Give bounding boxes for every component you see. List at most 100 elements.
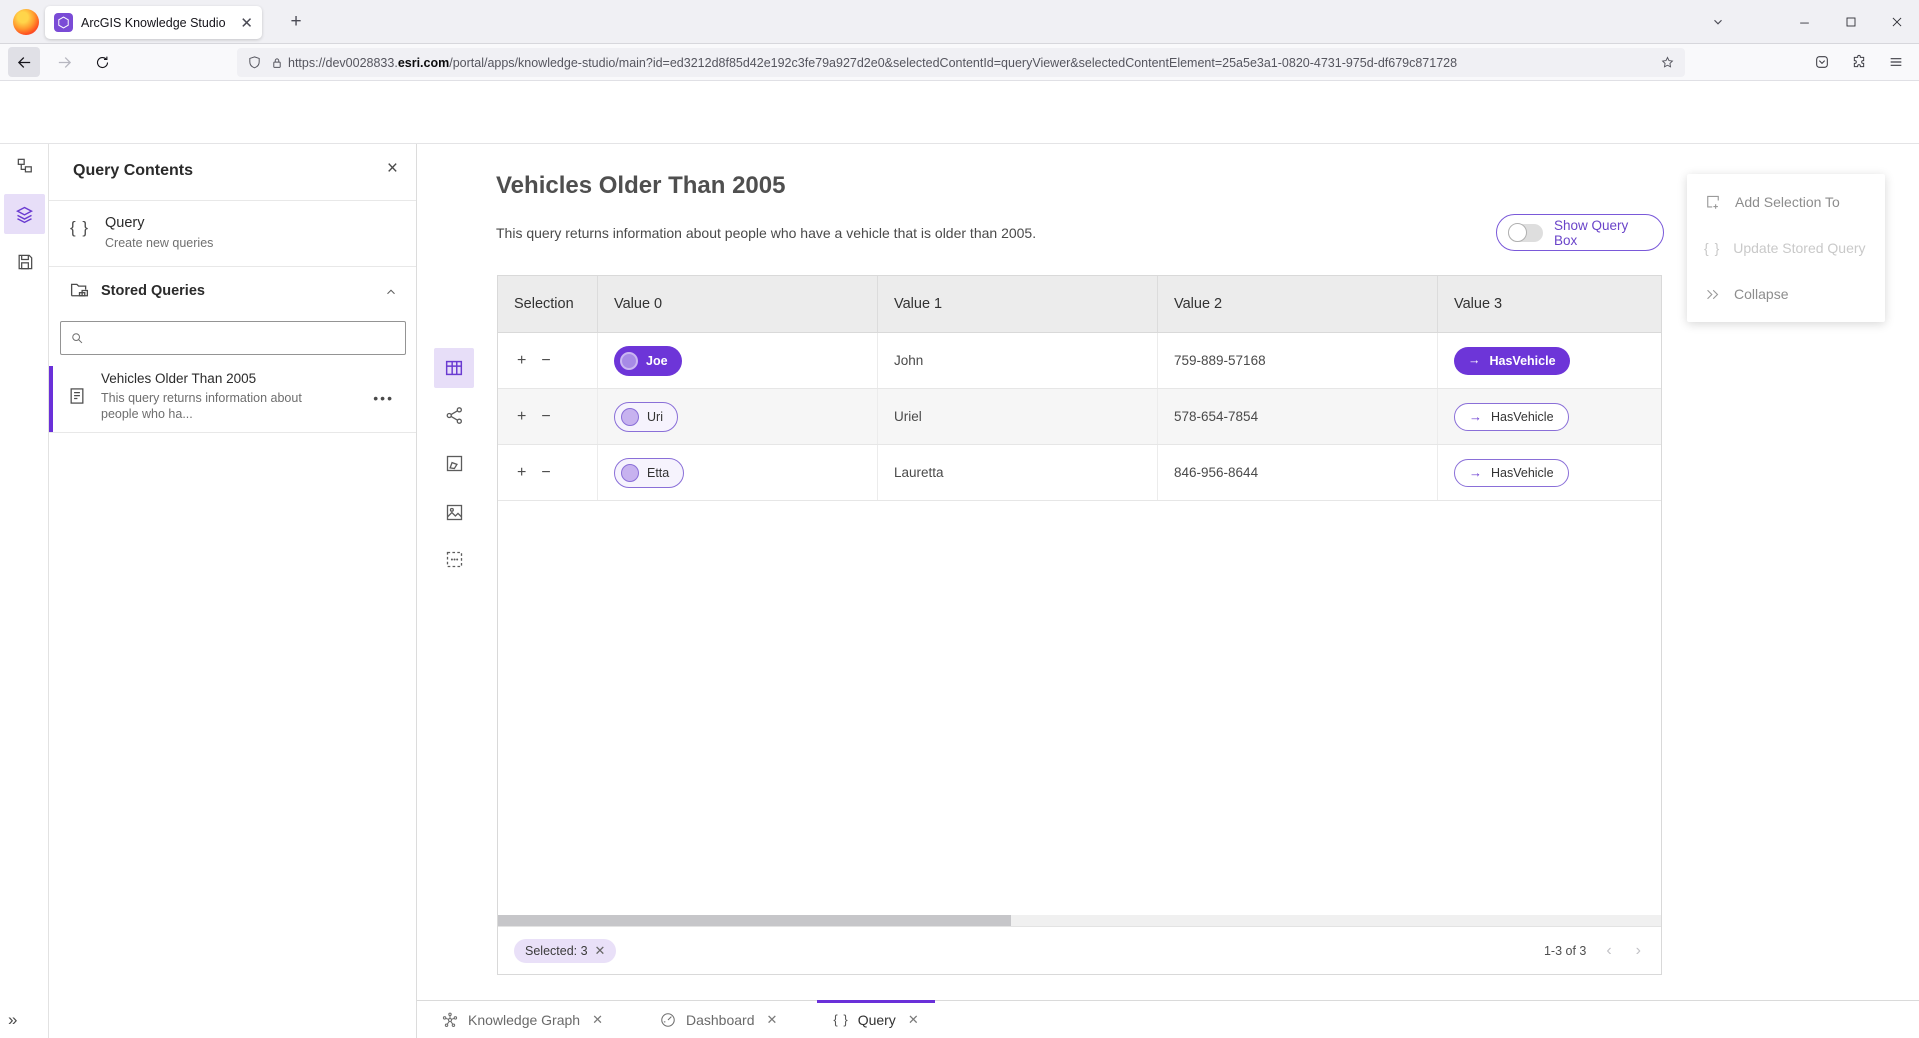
entity-pill[interactable]: Etta	[614, 458, 684, 488]
window-minimize-button[interactable]	[1789, 8, 1819, 36]
column-header: Value 0	[598, 276, 878, 332]
selected-count-badge[interactable]: Selected: 3 ✕	[514, 939, 616, 963]
stored-queries-title: Stored Queries	[101, 283, 205, 299]
save-rail-button[interactable]	[4, 242, 45, 282]
layers-rail-button[interactable]	[4, 194, 45, 234]
menu-item-label: Update Stored Query	[1733, 240, 1865, 256]
table-row[interactable]: + − Etta Lauretta 846-956-8644 →HasVehic…	[498, 445, 1661, 501]
url-text: https://dev0028833.esri.com/portal/apps/…	[288, 56, 1660, 70]
list-tabs-chevron-icon[interactable]	[1703, 8, 1733, 36]
forward-button[interactable]	[48, 47, 80, 77]
entity-dot-icon	[621, 408, 639, 426]
entity-dot-icon	[621, 464, 639, 482]
table-row[interactable]: + − Joe John 759-889-57168 →HasVehicle	[498, 333, 1661, 389]
arrow-right-icon: →	[1468, 354, 1481, 367]
tab-label: Knowledge Graph	[468, 1012, 580, 1028]
relationship-pill[interactable]: →HasVehicle	[1454, 403, 1569, 431]
clear-selection-icon[interactable]: ✕	[595, 943, 606, 959]
pocket-icon[interactable]	[1806, 47, 1838, 77]
stored-queries-search-input[interactable]	[90, 331, 396, 346]
stored-query-title: Vehicles Older Than 2005	[101, 371, 256, 386]
extensions-icon[interactable]	[1843, 47, 1875, 77]
cell-value: John	[894, 353, 923, 368]
tracking-shield-icon[interactable]	[247, 55, 262, 70]
add-to-selection-icon[interactable]: +	[517, 353, 526, 369]
query-item-subtitle: Create new queries	[105, 236, 213, 250]
menu-item-add-selection-to[interactable]: Add Selection To	[1687, 179, 1885, 225]
stored-queries-search[interactable]	[60, 321, 406, 355]
tab-dashboard[interactable]: Dashboard ✕	[643, 1001, 793, 1038]
relationship-label: HasVehicle	[1491, 410, 1554, 424]
link-chart-view-button[interactable]	[434, 395, 474, 435]
knowledge-graph-icon	[441, 1011, 459, 1029]
knowledge-graph-rail-button[interactable]	[4, 146, 45, 186]
expand-rail-icon[interactable]: »	[8, 1010, 17, 1030]
menu-item-collapse[interactable]: Collapse	[1687, 271, 1885, 317]
back-button[interactable]	[8, 47, 40, 77]
menu-icon[interactable]	[1880, 47, 1912, 77]
tab-knowledge-graph[interactable]: Knowledge Graph ✕	[425, 1001, 619, 1038]
relationship-label: HasVehicle	[1491, 466, 1554, 480]
tab-query[interactable]: { } Query ✕	[817, 1001, 934, 1038]
results-table: Selection Value 0 Value 1 Value 2 Value …	[497, 275, 1662, 975]
stored-query-doc-icon	[67, 386, 87, 406]
collapse-section-chevron-icon[interactable]	[384, 285, 398, 299]
relationship-pill[interactable]: →HasVehicle	[1454, 459, 1569, 487]
menu-item-label: Collapse	[1734, 286, 1788, 302]
add-to-selection-icon[interactable]: +	[517, 409, 526, 425]
reload-button[interactable]	[86, 47, 118, 77]
new-tab-button[interactable]: +	[283, 9, 309, 35]
menu-item-update-stored-query[interactable]: { } Update Stored Query	[1687, 225, 1885, 271]
stored-query-item[interactable]: Vehicles Older Than 2005 This query retu…	[49, 366, 416, 432]
remove-from-selection-icon[interactable]: −	[541, 409, 550, 425]
more-options-icon[interactable]: •••	[373, 390, 394, 406]
window-maximize-button[interactable]	[1836, 8, 1866, 36]
tab-close-icon[interactable]: ✕	[240, 14, 253, 32]
cell-value: 846-956-8644	[1174, 465, 1258, 480]
app-header: Certification Project PL publisher2 last…	[0, 81, 1919, 144]
entity-pill[interactable]: Joe	[614, 346, 682, 376]
image-view-button[interactable]	[434, 492, 474, 532]
tab-close-icon[interactable]: ✕	[766, 1012, 777, 1028]
add-to-selection-icon[interactable]: +	[517, 465, 526, 481]
firefox-icon[interactable]	[13, 9, 39, 35]
browser-tab-title: ArcGIS Knowledge Studio	[81, 16, 232, 30]
tab-close-icon[interactable]: ✕	[908, 1012, 919, 1028]
entity-dot-icon	[620, 352, 638, 370]
bookmark-star-icon[interactable]	[1660, 55, 1675, 70]
horizontal-scrollbar[interactable]	[498, 915, 1661, 926]
url-bar[interactable]: https://dev0028833.esri.com/portal/apps/…	[237, 48, 1685, 77]
table-options-menu: Add Selection To { } Update Stored Query…	[1687, 174, 1885, 322]
panel-title: Query Contents	[73, 162, 193, 180]
window-close-button[interactable]	[1882, 8, 1912, 36]
query-result-title: Vehicles Older Than 2005	[496, 172, 785, 200]
next-page-icon[interactable]: ›	[1632, 942, 1645, 960]
remove-from-selection-icon[interactable]: −	[541, 353, 550, 369]
panel-close-icon[interactable]: ×	[387, 158, 398, 180]
browser-tab[interactable]: ArcGIS Knowledge Studio ✕	[45, 6, 262, 39]
menu-item-label: Add Selection To	[1735, 194, 1840, 210]
toggle-track[interactable]	[1508, 224, 1543, 242]
table-view-button[interactable]	[434, 348, 474, 388]
selection-tools-button[interactable]	[434, 539, 474, 579]
map-view-button[interactable]	[434, 443, 474, 483]
braces-icon: { }	[1704, 240, 1720, 256]
toggle-knob[interactable]	[1508, 223, 1527, 242]
previous-page-icon[interactable]: ‹	[1602, 942, 1615, 960]
dashboard-icon	[659, 1011, 677, 1029]
braces-icon: { }	[833, 1012, 848, 1027]
selected-count-label: Selected: 3	[525, 944, 588, 958]
browser-tab-strip: ArcGIS Knowledge Studio ✕ +	[0, 0, 1919, 44]
lock-icon[interactable]	[270, 56, 284, 70]
toggle-label: Show Query Box	[1554, 218, 1652, 248]
remove-from-selection-icon[interactable]: −	[541, 465, 550, 481]
table-row[interactable]: + − Uri Uriel 578-654-7854 →HasVehicle	[498, 389, 1661, 445]
table-header-row: Selection Value 0 Value 1 Value 2 Value …	[498, 276, 1661, 333]
show-query-box-toggle[interactable]: Show Query Box	[1496, 214, 1664, 251]
entity-pill[interactable]: Uri	[614, 402, 678, 432]
scrollbar-thumb[interactable]	[498, 915, 1011, 926]
cell-value: Lauretta	[894, 465, 944, 480]
relationship-pill[interactable]: →HasVehicle	[1454, 347, 1570, 375]
tab-close-icon[interactable]: ✕	[592, 1012, 603, 1028]
cell-value: Uriel	[894, 409, 922, 424]
